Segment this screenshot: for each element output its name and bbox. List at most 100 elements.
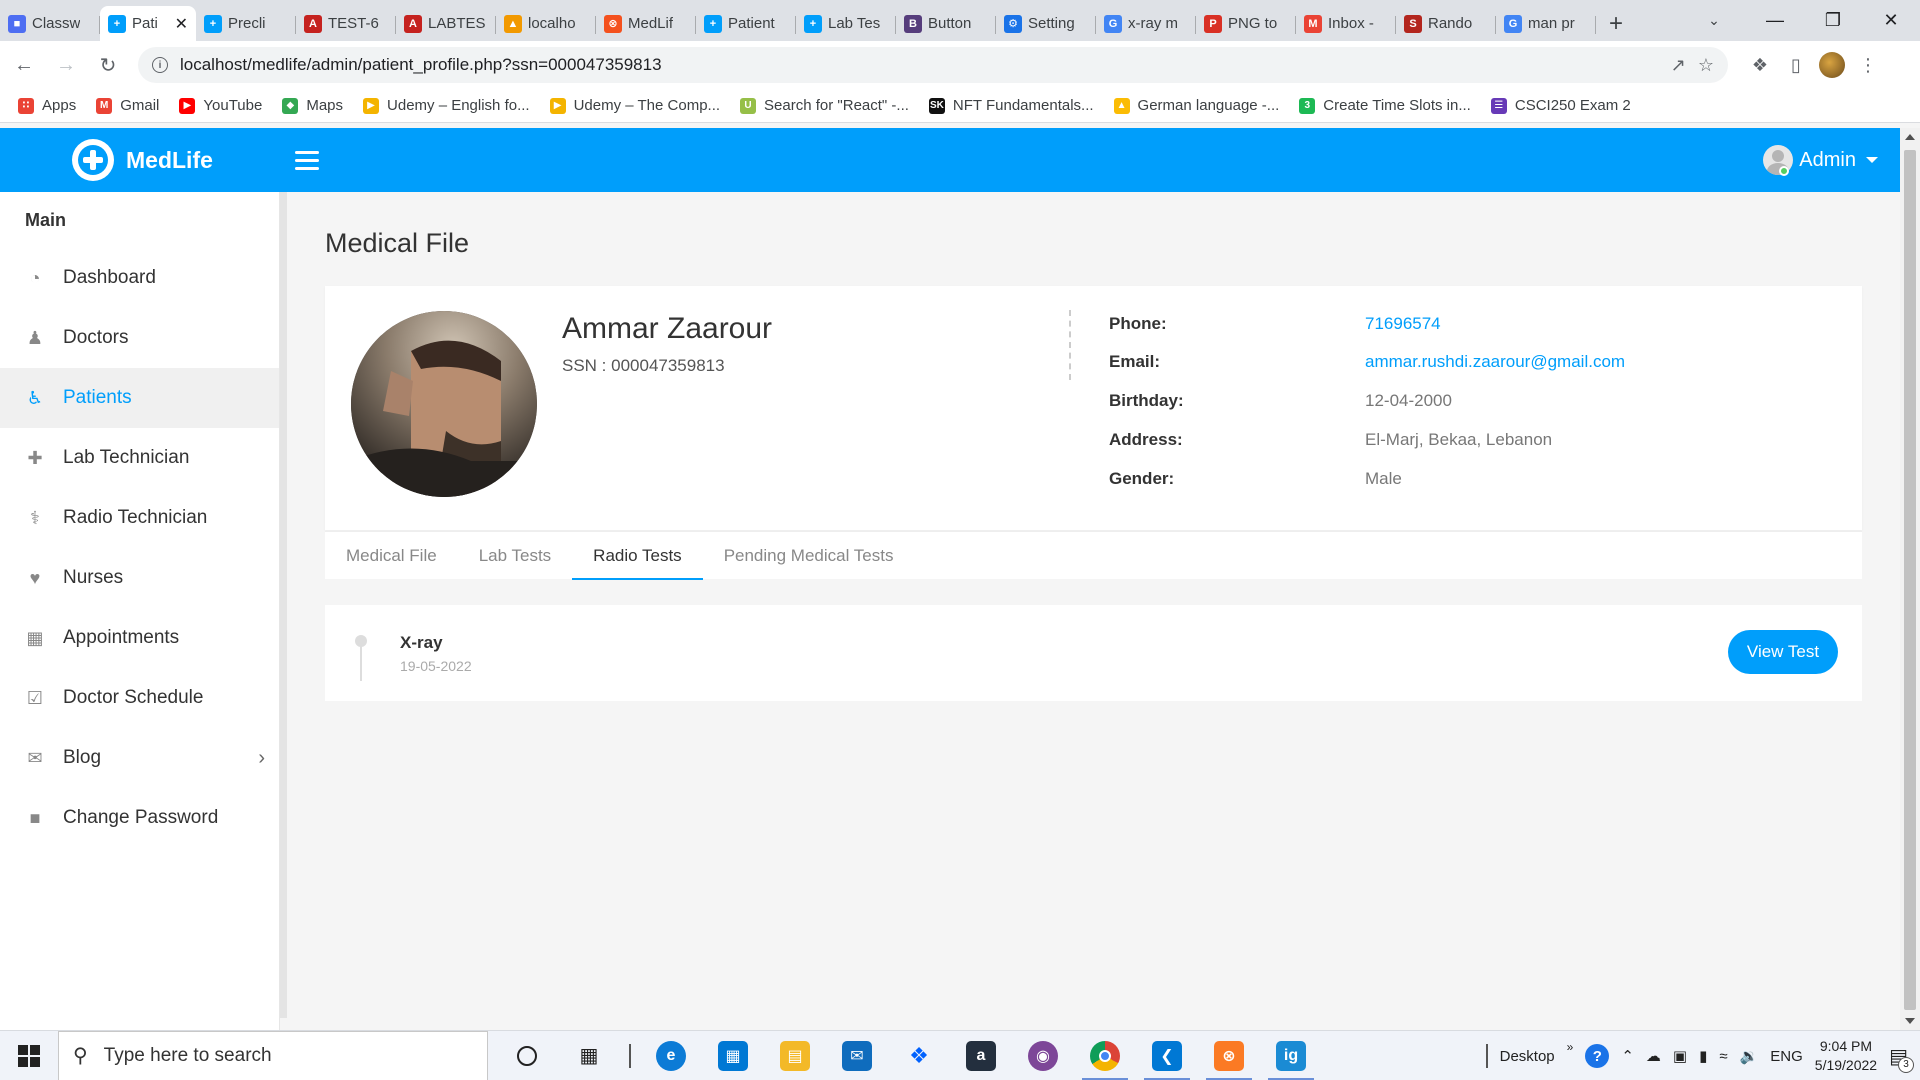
back-arrow-icon[interactable]: ← — [6, 47, 42, 83]
sidebar-item-doctor-schedule[interactable]: ☑ Doctor Schedule — [0, 668, 279, 728]
new-tab-icon[interactable]: + — [1596, 6, 1636, 41]
sidebar-item-radio-technician[interactable]: ⚕ Radio Technician — [0, 488, 279, 548]
browser-tab[interactable]: ⚙ Setting — [996, 6, 1096, 41]
browser-tab[interactable]: B Button — [896, 6, 996, 41]
forward-arrow-icon[interactable]: → — [48, 47, 84, 83]
extensions-puzzle-icon[interactable]: ❖ — [1742, 47, 1778, 83]
bookmark-item[interactable]: ◆ Maps — [282, 97, 343, 114]
user-menu-label: Admin — [1799, 148, 1856, 171]
address-url[interactable]: localhost/medlife/admin/patient_profile.… — [180, 55, 1659, 75]
taskbar-search-box[interactable]: ⚲ Type here to search — [58, 1030, 488, 1080]
mail-icon[interactable]: ✉ — [826, 1031, 888, 1080]
help-icon[interactable]: ? — [1585, 1044, 1610, 1068]
vscode-icon[interactable]: ❮ — [1136, 1031, 1198, 1080]
browser-tab[interactable]: Gx-ray m — [1096, 6, 1196, 41]
bookmark-item[interactable]: 3 Create Time Slots in... — [1299, 97, 1471, 114]
sidebar-item-change-password[interactable]: ■ Change Password — [0, 788, 279, 848]
sidebar-item-appointments[interactable]: ▦ Appointments — [0, 608, 279, 668]
view-test-button[interactable]: View Test — [1728, 630, 1838, 674]
scroll-down-arrow-icon[interactable] — [1905, 1018, 1915, 1024]
browser-tab[interactable]: Gman pr — [1496, 6, 1596, 41]
browser-tab[interactable]: ▲ localho — [496, 6, 596, 41]
notification-center-icon[interactable]: ▤ 3 — [1889, 1044, 1914, 1073]
profile-avatar[interactable] — [1814, 47, 1850, 83]
browser-tab[interactable]: M Inbox - — [1296, 6, 1396, 41]
toolbar-expand-icon[interactable]: » — [1567, 1040, 1574, 1054]
browser-tab[interactable]: + Lab Tes — [796, 6, 896, 41]
sidebar-item-patients[interactable]: ♿ Patients — [0, 368, 279, 428]
restore-icon[interactable]: ❐ — [1804, 0, 1862, 41]
bookmark-item[interactable]: ▲ German language -... — [1113, 97, 1279, 114]
tor-browser-icon[interactable]: ◉ — [1012, 1031, 1074, 1080]
ig-app-icon[interactable]: ig — [1260, 1031, 1322, 1080]
bookmark-star-icon[interactable]: ☆ — [1698, 55, 1714, 76]
sidebar-item-doctors[interactable]: ♟ Doctors — [0, 308, 279, 368]
xampp-icon[interactable]: ⊗ — [1198, 1031, 1260, 1080]
browser-tab[interactable]: ■ Classw — [0, 6, 100, 41]
hamburger-menu-icon[interactable] — [294, 150, 319, 170]
file-explorer-icon[interactable]: ▤ — [764, 1031, 826, 1080]
bookmark-item[interactable]: ▶ Udemy – English fo... — [363, 97, 530, 114]
address-label: Address: — [1109, 430, 1183, 449]
browser-tab[interactable]: A TEST-6 — [296, 6, 396, 41]
volume-icon[interactable]: 🔉 — [1740, 1047, 1759, 1065]
close-tab-icon[interactable]: ✕ — [175, 14, 188, 34]
bookmark-item[interactable]: M Gmail — [96, 97, 159, 114]
tab-lab-tests[interactable]: Lab Tests — [458, 532, 572, 580]
wifi-icon[interactable]: ≈ — [1719, 1048, 1727, 1065]
dropbox-icon[interactable]: ❖ — [888, 1031, 950, 1080]
tab-search-chevron-icon[interactable]: ⌄ — [1694, 0, 1734, 41]
bookmark-item[interactable]: U Search for "React" -... — [740, 97, 909, 114]
browser-tab[interactable]: + Precli — [196, 6, 296, 41]
share-icon[interactable]: ↗ — [1671, 55, 1686, 76]
browser-tab[interactable]: + Pati ✕ — [100, 6, 196, 41]
browser-tab[interactable]: S Rando — [1396, 6, 1496, 41]
sidebar-item-blog[interactable]: ✉ Blog › — [0, 728, 279, 788]
browser-tab[interactable]: + Patient — [696, 6, 796, 41]
sidebar-item-nurses[interactable]: ♥ Nurses — [0, 548, 279, 608]
desktop-toolbar-label[interactable]: Desktop — [1500, 1048, 1555, 1065]
scroll-up-arrow-icon[interactable] — [1905, 134, 1915, 140]
browser-tab[interactable]: A LABTES — [396, 6, 496, 41]
windows-start-icon[interactable] — [0, 1031, 58, 1080]
address-bar[interactable]: i localhost/medlife/admin/patient_profil… — [138, 47, 1728, 83]
sidebar-item-lab-technician[interactable]: ✚ Lab Technician — [0, 428, 279, 488]
scrollbar-thumb[interactable] — [1904, 150, 1916, 1010]
close-window-icon[interactable]: ✕ — [1862, 0, 1920, 41]
bookmark-item[interactable]: ∷ Apps — [18, 97, 76, 114]
bookmark-item[interactable]: SK NFT Fundamentals... — [928, 97, 1094, 114]
bookmark-item[interactable]: ▶ YouTube — [179, 97, 262, 114]
amazon-icon[interactable]: a — [950, 1031, 1012, 1080]
reload-icon[interactable]: ↻ — [90, 47, 126, 83]
phone-link[interactable]: 71696574 — [1365, 314, 1441, 334]
app-logo[interactable]: MedLife — [72, 139, 213, 181]
page-scrollbar[interactable] — [1900, 128, 1920, 1030]
battery-icon[interactable]: ▮ — [1699, 1047, 1707, 1065]
tab-radio-tests[interactable]: Radio Tests — [572, 532, 703, 580]
browser-menu-icon[interactable]: ⋮ — [1850, 47, 1886, 83]
browser-tab[interactable]: P PNG to — [1196, 6, 1296, 41]
taskbar-clock[interactable]: 9:04 PM 5/19/2022 — [1815, 1037, 1877, 1075]
cortana-icon[interactable] — [496, 1031, 558, 1080]
chrome-icon[interactable] — [1074, 1031, 1136, 1080]
side-panel-icon[interactable]: ▯ — [1778, 47, 1814, 83]
email-link[interactable]: ammar.rushdi.zaarour@gmail.com — [1365, 352, 1625, 372]
bookmark-favicon-icon: ☰ — [1490, 97, 1507, 114]
task-view-icon[interactable]: ▦ — [558, 1031, 620, 1080]
tab-pending-medical-tests[interactable]: Pending Medical Tests — [703, 532, 915, 580]
bookmark-item[interactable]: ☰ CSCI250 Exam 2 — [1490, 97, 1631, 114]
meet-now-icon[interactable]: ▣ — [1673, 1047, 1687, 1065]
edge-browser-icon[interactable]: e — [640, 1031, 702, 1080]
bookmark-item[interactable]: ▶ Udemy – The Comp... — [549, 97, 720, 114]
microsoft-store-icon[interactable]: ▦ — [702, 1031, 764, 1080]
site-info-icon[interactable]: i — [152, 57, 168, 73]
sidebar-scrollbar[interactable] — [280, 192, 287, 1018]
user-menu[interactable]: Admin — [1763, 128, 1878, 192]
tray-expand-icon[interactable]: ⌃ — [1621, 1047, 1634, 1065]
sidebar-item-dashboard[interactable]: ◔ Dashboard — [0, 248, 279, 308]
minimize-icon[interactable]: — — [1746, 0, 1804, 41]
onedrive-cloud-icon[interactable]: ☁ — [1646, 1047, 1661, 1065]
browser-tab[interactable]: ⊗ MedLif — [596, 6, 696, 41]
language-indicator[interactable]: ENG — [1770, 1048, 1803, 1065]
tab-medical-file[interactable]: Medical File — [325, 532, 458, 580]
